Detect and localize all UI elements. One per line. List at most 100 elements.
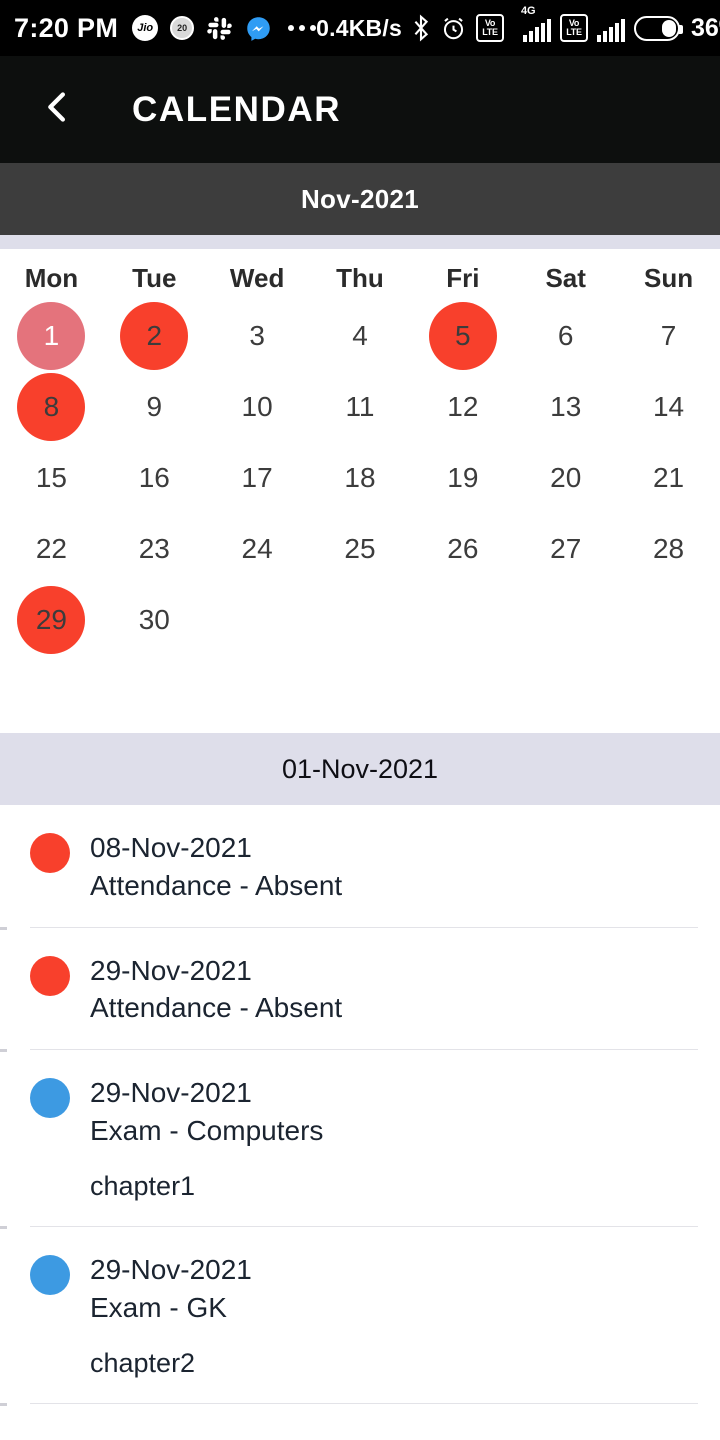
calendar-day-cell: 13 — [514, 371, 617, 442]
calendar-day-29[interactable]: 29 — [17, 585, 86, 654]
status-bar: 7:20 PM Jio 20 0.4KB/s Vo LTE 4G Vo LTE … — [0, 0, 720, 56]
event-date: 29-Nov-2021 — [90, 954, 252, 986]
calendar-day-cell: 3 — [206, 300, 309, 371]
calendar-day-20[interactable]: 20 — [532, 444, 600, 512]
volte-icon-2: Vo LTE — [559, 14, 588, 42]
weekday-header-thu: Thu — [336, 263, 384, 293]
event-item[interactable]: 29-Nov-2021 Exam - Computers chapter1 — [0, 1050, 720, 1226]
event-note: chapter1 — [90, 1170, 196, 1201]
calendar-day-26[interactable]: 26 — [429, 515, 497, 583]
calendar-day-18[interactable]: 18 — [326, 444, 394, 512]
jio-icon: Jio — [132, 15, 159, 41]
calendar-day-27[interactable]: 27 — [532, 515, 600, 583]
calendar-day-7[interactable]: 7 — [635, 302, 703, 370]
selected-date-label: 01-Nov-2021 — [281, 753, 439, 784]
volte-icon-2-bottom: LTE — [566, 27, 582, 37]
calendar-day-1[interactable]: 1 — [17, 301, 86, 370]
event-note: chapter2 — [90, 1347, 196, 1378]
calendar-day-cell: 28 — [617, 513, 720, 584]
calendar-day-cell: 25 — [309, 513, 412, 584]
calendar-week-row: 29 30 — [0, 584, 720, 655]
weekday-header-sun: Sun — [644, 263, 694, 293]
weekday-header-fri: Fri — [446, 263, 480, 293]
event-body: 29-Nov-2021 Attendance - Absent — [90, 952, 720, 1050]
calendar-day-cell — [309, 584, 412, 655]
calendar-day-6[interactable]: 6 — [532, 302, 600, 370]
calendar-weeks: 1 2 3 4 5 6 7 8 9 10 11 12 13 14 15 16 17 18 19 20 21 22 23 24 2… — [0, 300, 720, 655]
calendar-day-8[interactable]: 8 — [17, 372, 86, 441]
calendar-week-row: 8 9 10 11 12 13 14 — [0, 371, 720, 442]
calendar-day-15[interactable]: 15 — [17, 444, 85, 512]
event-item[interactable]: 08-Nov-2021 Attendance - Absent — [0, 805, 720, 927]
app-bar: CALENDAR — [0, 56, 720, 163]
calendar-day-24[interactable]: 24 — [223, 515, 291, 583]
calendar-day-empty — [223, 586, 291, 654]
calendar-day-cell: 9 — [103, 371, 206, 442]
calendar-day-cell: 11 — [309, 371, 412, 442]
calendar-day-10[interactable]: 10 — [223, 373, 291, 441]
calendar-day-cell: 26 — [411, 513, 514, 584]
calendar-day-16[interactable]: 16 — [120, 444, 188, 512]
calendar-day-13[interactable]: 13 — [532, 373, 600, 441]
status-bar-system-icons: 0.4KB/s Vo LTE 4G Vo LTE 36 — [316, 6, 720, 43]
calendar-day-21[interactable]: 21 — [635, 444, 703, 512]
weekday-header-sat: Sat — [545, 263, 586, 293]
calendar-day-cell: 20 — [514, 442, 617, 513]
calendar-day-cell: 7 — [617, 300, 720, 371]
calendar-day-12[interactable]: 12 — [429, 373, 497, 441]
event-divider — [30, 1403, 698, 1405]
calendar-day-4[interactable]: 4 — [326, 302, 394, 370]
calendar-day-cell: 6 — [514, 300, 617, 371]
event-date: 29-Nov-2021 — [90, 1254, 252, 1286]
app-badge-icon: 20 — [170, 16, 195, 40]
status-bar-clock: 7:20 PM — [14, 12, 119, 43]
calendar-day-cell: 15 — [0, 442, 103, 513]
calendar-day-cell — [514, 584, 617, 655]
calendar-day-cell: 21 — [617, 442, 720, 513]
month-header[interactable]: Nov-2021 — [0, 163, 720, 235]
event-title: Exam - Computers — [90, 1114, 324, 1146]
signal-icon-2 — [596, 14, 625, 42]
calendar-day-cell: 5 — [411, 300, 514, 371]
calendar-day-25[interactable]: 25 — [326, 515, 394, 583]
calendar-day-cell: 1 — [0, 300, 103, 371]
event-title: Attendance - Absent — [90, 992, 343, 1024]
calendar-day-cell: 2 — [103, 300, 206, 371]
calendar-week-row: 22 23 24 25 26 27 28 — [0, 513, 720, 584]
battery-fill — [662, 19, 676, 37]
calendar-day-empty — [429, 586, 497, 654]
signal-icon: 4G — [521, 6, 551, 42]
slack-icon — [206, 15, 233, 42]
event-divider-wrap — [0, 1403, 720, 1407]
weekday-header-mon: Mon — [24, 263, 79, 293]
calendar-day-3[interactable]: 3 — [223, 302, 291, 370]
volte-icon-bottom: LTE — [482, 27, 498, 37]
calendar-day-30[interactable]: 30 — [120, 586, 188, 654]
calendar-day-14[interactable]: 14 — [635, 373, 703, 441]
volte-icon: Vo LTE — [475, 14, 504, 42]
calendar-day-22[interactable]: 22 — [17, 515, 85, 583]
jio-icon-label: Jio — [132, 15, 159, 41]
calendar-day-9[interactable]: 9 — [120, 373, 188, 441]
event-item[interactable]: 29-Nov-2021 Exam - GK chapter2 — [0, 1227, 720, 1403]
event-dot-red-icon — [30, 833, 70, 873]
calendar-day-cell: 29 — [0, 584, 103, 655]
calendar-day-cell: 17 — [206, 442, 309, 513]
page-title: CALENDAR — [132, 89, 342, 129]
back-button[interactable] — [34, 87, 80, 133]
calendar-day-5[interactable]: 5 — [428, 301, 497, 370]
calendar-day-11[interactable]: 11 — [326, 373, 394, 441]
selected-date-header: 01-Nov-2021 — [0, 733, 720, 805]
calendar-day-2[interactable]: 2 — [120, 301, 189, 370]
calendar-day-23[interactable]: 23 — [120, 515, 188, 583]
status-bar-notification-icons: Jio 20 — [132, 15, 317, 42]
calendar-day-17[interactable]: 17 — [223, 444, 291, 512]
calendar-day-cell: 24 — [206, 513, 309, 584]
calendar-day-28[interactable]: 28 — [635, 515, 703, 583]
battery-icon — [633, 15, 683, 41]
calendar-day-empty — [532, 586, 600, 654]
event-body: 08-Nov-2021 Attendance - Absent — [90, 829, 720, 927]
event-item[interactable]: 29-Nov-2021 Attendance - Absent — [0, 928, 720, 1050]
calendar-day-19[interactable]: 19 — [429, 444, 497, 512]
network-speed-label: 0.4KB/s — [316, 14, 402, 41]
